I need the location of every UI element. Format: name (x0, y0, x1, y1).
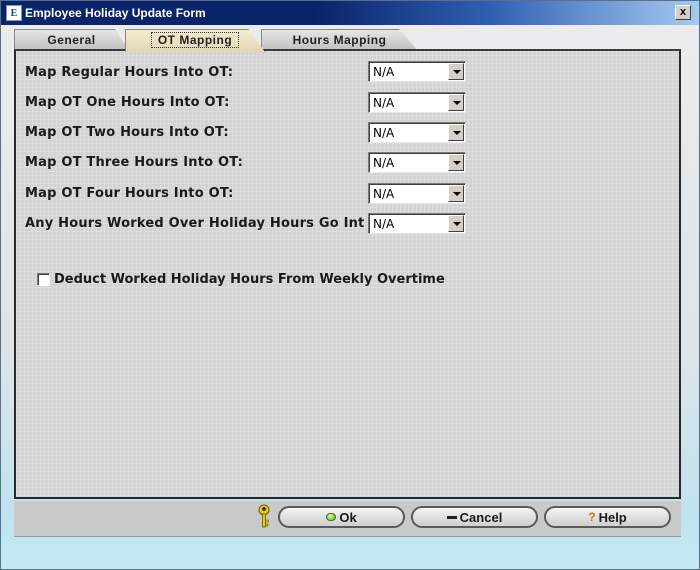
key-icon (258, 504, 270, 528)
hours-over-holiday-select[interactable]: N/A (368, 213, 466, 234)
deduct-holiday-hours-checkbox[interactable] (37, 273, 50, 286)
dropdown-button[interactable] (448, 124, 464, 141)
tab-hours-mapping[interactable]: Hours Mapping (261, 29, 418, 51)
deduct-holiday-hours-label[interactable]: Deduct Worked Holiday Hours From Weekly … (54, 272, 445, 287)
map-ot-one-hours-label: Map OT One Hours Into OT: (25, 95, 230, 110)
select-value: N/A (373, 187, 395, 201)
ok-icon (326, 513, 337, 521)
app-icon: E (6, 5, 22, 21)
map-regular-hours-select[interactable]: N/A (368, 61, 466, 82)
chevron-down-icon (453, 101, 461, 105)
map-ot-three-hours-label: Map OT Three Hours Into OT: (25, 155, 243, 170)
select-value: N/A (373, 126, 395, 140)
help-button-label: Help (598, 509, 627, 525)
dropdown-button[interactable] (448, 154, 464, 171)
employee-holiday-update-window: E Employee Holiday Update Form x General… (0, 0, 700, 570)
dropdown-button[interactable] (448, 63, 464, 80)
map-ot-three-hours-select[interactable]: N/A (368, 152, 466, 173)
tab-general[interactable]: General (14, 29, 129, 51)
cancel-button[interactable]: Cancel (411, 506, 538, 528)
window-title: Employee Holiday Update Form (25, 6, 206, 20)
map-regular-hours-label: Map Regular Hours Into OT: (25, 65, 234, 80)
tab-ot-mapping-label: OT Mapping (150, 32, 240, 48)
select-value: N/A (373, 217, 395, 231)
map-ot-four-hours-label: Map OT Four Hours Into OT: (25, 186, 234, 201)
chevron-down-icon (453, 222, 461, 226)
chevron-down-icon (453, 70, 461, 74)
cancel-button-label: Cancel (459, 509, 503, 525)
select-value: N/A (373, 65, 395, 79)
tab-ot-mapping[interactable]: OT Mapping (125, 29, 265, 52)
dropdown-button[interactable] (448, 215, 464, 232)
tab-general-label: General (47, 33, 96, 47)
chevron-down-icon (453, 131, 461, 135)
chevron-down-icon (453, 192, 461, 196)
map-ot-four-hours-select[interactable]: N/A (368, 183, 466, 204)
tab-hours-mapping-label: Hours Mapping (292, 33, 387, 47)
map-ot-one-hours-select[interactable]: N/A (368, 92, 466, 113)
minus-icon (446, 515, 457, 519)
button-bar: Ok Cancel ? Help (14, 501, 681, 537)
help-button[interactable]: ? Help (544, 506, 671, 528)
dropdown-button[interactable] (448, 94, 464, 111)
ok-button-label: Ok (339, 509, 357, 525)
title-bar[interactable]: E Employee Holiday Update Form x (1, 1, 699, 25)
chevron-down-icon (453, 161, 461, 165)
hours-over-holiday-label: Any Hours Worked Over Holiday Hours Go I… (25, 216, 365, 231)
select-value: N/A (373, 96, 395, 110)
select-value: N/A (373, 156, 395, 170)
ot-mapping-panel: Map Regular Hours Into OT: N/A Map OT On… (14, 49, 681, 499)
dropdown-button[interactable] (448, 185, 464, 202)
close-button[interactable]: x (675, 5, 691, 20)
map-ot-two-hours-select[interactable]: N/A (368, 122, 466, 143)
map-ot-two-hours-label: Map OT Two Hours Into OT: (25, 125, 229, 140)
question-icon: ? (588, 510, 596, 524)
ok-button[interactable]: Ok (278, 506, 405, 528)
